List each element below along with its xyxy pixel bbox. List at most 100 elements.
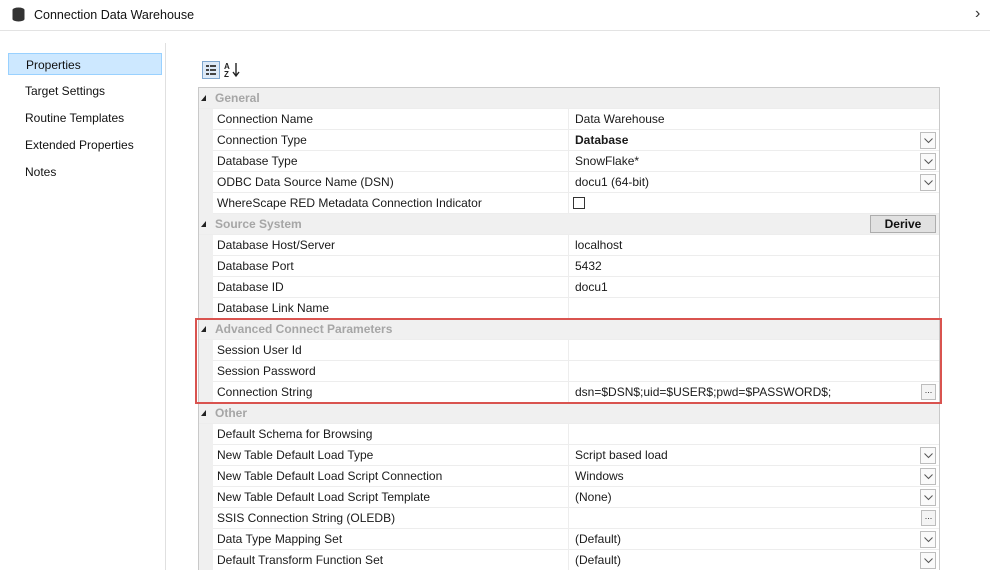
property-row-load-type[interactable]: New Table Default Load Type Script based… xyxy=(199,445,939,466)
category-source-system[interactable]: Source System Derive xyxy=(199,214,939,235)
dropdown-button[interactable] xyxy=(920,174,936,191)
property-value[interactable]: localhost xyxy=(569,235,919,256)
category-other[interactable]: Other xyxy=(199,403,939,424)
property-name: Database Type xyxy=(213,151,569,172)
metadata-indicator-checkbox[interactable] xyxy=(573,197,585,209)
property-value[interactable]: Windows xyxy=(569,466,919,487)
dropdown-button[interactable] xyxy=(920,552,936,569)
ellipsis-button[interactable]: ... xyxy=(921,510,936,526)
property-row-session-user[interactable]: Session User Id xyxy=(199,340,939,361)
property-name: Session User Id xyxy=(213,340,569,361)
property-name: ODBC Data Source Name (DSN) xyxy=(213,172,569,193)
chevron-down-icon xyxy=(924,495,933,501)
alphabetical-sort-button[interactable]: A Z xyxy=(223,61,241,79)
property-row-type-mapping[interactable]: Data Type Mapping Set (Default) xyxy=(199,529,939,550)
property-name: SSIS Connection String (OLEDB) xyxy=(213,508,569,529)
property-row-database-link[interactable]: Database Link Name xyxy=(199,298,939,319)
property-name: Connection String xyxy=(213,382,569,403)
property-value[interactable]: docu1 xyxy=(569,277,919,298)
property-value[interactable]: SnowFlake* xyxy=(569,151,919,172)
property-row-load-script-connection[interactable]: New Table Default Load Script Connection… xyxy=(199,466,939,487)
collapse-triangle-icon[interactable] xyxy=(201,326,206,332)
property-row-metadata-indicator[interactable]: WhereScape RED Metadata Connection Indic… xyxy=(199,193,939,214)
property-row-default-schema[interactable]: Default Schema for Browsing xyxy=(199,424,939,445)
property-value[interactable]: Database xyxy=(569,130,919,151)
property-value[interactable] xyxy=(569,424,919,445)
chevron-down-icon xyxy=(924,138,933,144)
property-name: Connection Name xyxy=(213,109,569,130)
sidebar-item-extended-properties[interactable]: Extended Properties xyxy=(8,134,162,156)
sidebar-item-routine-templates[interactable]: Routine Templates xyxy=(8,107,162,129)
property-name: Database Link Name xyxy=(213,298,569,319)
dropdown-button[interactable] xyxy=(920,153,936,170)
derive-button[interactable]: Derive xyxy=(870,215,936,233)
category-label: Source System xyxy=(215,217,302,231)
chevron-right-icon[interactable]: › xyxy=(975,5,980,23)
category-general[interactable]: General xyxy=(199,88,939,109)
property-name: Data Type Mapping Set xyxy=(213,529,569,550)
sidebar-item-notes[interactable]: Notes xyxy=(8,161,162,183)
chevron-down-icon xyxy=(924,180,933,186)
property-value[interactable]: Script based load xyxy=(569,445,919,466)
category-label: Advanced Connect Parameters xyxy=(215,322,393,336)
property-row-odbc-dsn[interactable]: ODBC Data Source Name (DSN) docu1 (64-bi… xyxy=(199,172,939,193)
property-row-ssis-connection[interactable]: SSIS Connection String (OLEDB) ... xyxy=(199,508,939,529)
property-row-database-type[interactable]: Database Type SnowFlake* xyxy=(199,151,939,172)
property-name: New Table Default Load Script Template xyxy=(213,487,569,508)
dropdown-button[interactable] xyxy=(920,132,936,149)
property-name: Database Host/Server xyxy=(213,235,569,256)
dropdown-button[interactable] xyxy=(920,447,936,464)
sort-alphabetical-icon: A Z xyxy=(224,62,240,79)
property-row-session-password[interactable]: Session Password xyxy=(199,361,939,382)
property-row-database-id[interactable]: Database ID docu1 xyxy=(199,277,939,298)
property-row-connection-name[interactable]: Connection Name Data Warehouse xyxy=(199,109,939,130)
property-value[interactable]: dsn=$DSN$;uid=$USER$;pwd=$PASSWORD$; xyxy=(569,382,919,403)
chevron-down-icon xyxy=(924,474,933,480)
category-label: Other xyxy=(215,406,248,420)
dropdown-button[interactable] xyxy=(920,531,936,548)
dropdown-button[interactable] xyxy=(920,489,936,506)
property-row-host[interactable]: Database Host/Server localhost xyxy=(199,235,939,256)
property-value[interactable] xyxy=(569,298,919,319)
property-grid: General Connection Name Data Warehouse C… xyxy=(198,87,940,570)
property-row-connection-type[interactable]: Connection Type Database xyxy=(199,130,939,151)
property-value[interactable] xyxy=(569,508,919,529)
property-name: New Table Default Load Type xyxy=(213,445,569,466)
property-value[interactable]: 5432 xyxy=(569,256,919,277)
property-row-connection-string[interactable]: Connection String dsn=$DSN$;uid=$USER$;p… xyxy=(199,382,939,403)
category-label: General xyxy=(215,91,260,105)
svg-text:Z: Z xyxy=(224,70,229,79)
property-name: Session Password xyxy=(213,361,569,382)
collapse-triangle-icon[interactable] xyxy=(201,410,206,416)
property-row-load-script-template[interactable]: New Table Default Load Script Template (… xyxy=(199,487,939,508)
chevron-down-icon xyxy=(924,558,933,564)
property-value[interactable]: (Default) xyxy=(569,529,919,550)
property-value[interactable]: (Default) xyxy=(569,550,919,570)
sidebar-nav: Properties Target Settings Routine Templ… xyxy=(0,43,166,570)
property-value[interactable]: (None) xyxy=(569,487,919,508)
property-name: WhereScape RED Metadata Connection Indic… xyxy=(213,193,569,214)
property-row-port[interactable]: Database Port 5432 xyxy=(199,256,939,277)
property-value[interactable] xyxy=(569,361,919,382)
chevron-down-icon xyxy=(924,537,933,543)
property-value[interactable] xyxy=(569,340,919,361)
property-value[interactable]: Data Warehouse xyxy=(569,109,919,130)
property-name: Default Schema for Browsing xyxy=(213,424,569,445)
dropdown-button[interactable] xyxy=(920,468,936,485)
property-row-transform-set[interactable]: Default Transform Function Set (Default) xyxy=(199,550,939,570)
property-name: Database ID xyxy=(213,277,569,298)
database-icon xyxy=(12,7,25,22)
categorized-view-button[interactable] xyxy=(202,61,220,79)
property-name: Database Port xyxy=(213,256,569,277)
property-name: New Table Default Load Script Connection xyxy=(213,466,569,487)
property-value[interactable]: docu1 (64-bit) xyxy=(569,172,919,193)
window-title: Connection Data Warehouse xyxy=(34,8,195,22)
ellipsis-button[interactable]: ... xyxy=(921,384,936,400)
chevron-down-icon xyxy=(924,159,933,165)
collapse-triangle-icon[interactable] xyxy=(201,221,206,227)
sidebar-item-target-settings[interactable]: Target Settings xyxy=(8,80,162,102)
title-bar: Connection Data Warehouse › xyxy=(0,0,990,31)
collapse-triangle-icon[interactable] xyxy=(201,95,206,101)
category-advanced-connect[interactable]: Advanced Connect Parameters xyxy=(199,319,939,340)
sidebar-item-properties[interactable]: Properties xyxy=(8,53,162,75)
